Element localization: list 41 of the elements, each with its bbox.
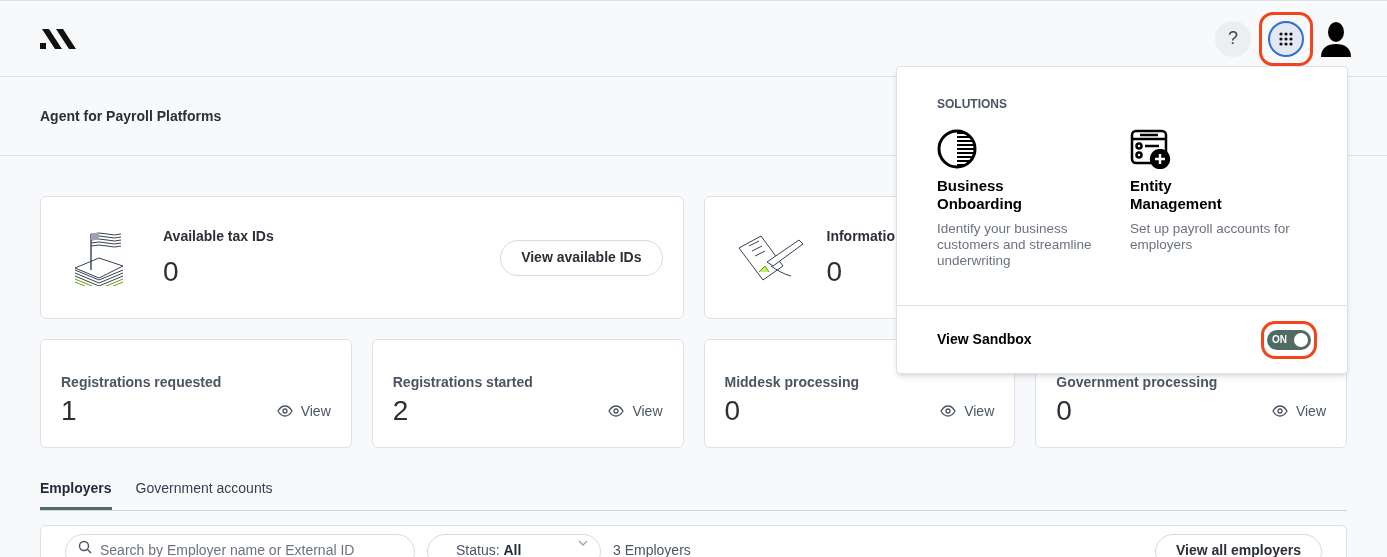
card-label: Registrations started [392, 373, 534, 392]
card-value: 0 [163, 255, 179, 289]
card-value: 2 [392, 394, 409, 428]
form-with-plus-icon [1130, 129, 1172, 169]
sandbox-label: View Sandbox [937, 330, 1032, 349]
search-icon [78, 540, 92, 554]
solution-description: Identify your business customers and streamline underwriting [937, 221, 1093, 269]
tab[interactable]: Government accounts [135, 478, 273, 510]
grid-icon [1279, 31, 1293, 46]
eye-icon [276, 405, 293, 417]
eye-icon [1271, 405, 1288, 417]
card-value: 0 [724, 394, 741, 428]
view-link[interactable]: View [608, 400, 663, 422]
view-link[interactable]: View [1271, 400, 1326, 422]
card-label: Middesk processing [724, 373, 861, 392]
card-label: Registrations requested [61, 373, 223, 392]
card-label: Available tax IDs [163, 227, 274, 246]
user-silhouette-icon[interactable] [1321, 20, 1351, 57]
page-title: Agent for Payroll Platforms [40, 106, 222, 126]
sandbox-toggle[interactable]: ON [1267, 329, 1311, 350]
card-value: 0 [1056, 394, 1072, 428]
eye-icon [940, 405, 957, 417]
solution-item[interactable]: Business Onboarding Identify your business customers and streamline underwriting [937, 129, 1114, 269]
solution-description: Set up payroll accounts for employers [1130, 221, 1291, 253]
solution-title: Business Onboarding [937, 177, 1023, 213]
eye-icon [608, 405, 625, 417]
apps-grid-button[interactable] [1268, 20, 1304, 57]
solution-item[interactable]: Entity Management Set up payroll accounts for employers [1130, 129, 1307, 269]
chevron-icon [578, 540, 588, 546]
card-value: 0 [826, 255, 843, 289]
tab[interactable]: Employers [40, 478, 112, 510]
menu-heading: SOLUTIONS [937, 96, 1008, 113]
card-value: 1 [61, 394, 77, 428]
employer-count: 3 Employers [613, 541, 691, 557]
card-label: Informatio [826, 227, 895, 246]
solution-title: Entity Management [1130, 177, 1223, 213]
half-striped-circle-icon [937, 129, 979, 169]
card-label: Government processing [1056, 373, 1219, 392]
view-link[interactable]: View [276, 400, 331, 422]
view-link[interactable]: View [940, 400, 995, 422]
help-button[interactable]: ? [1215, 20, 1251, 57]
